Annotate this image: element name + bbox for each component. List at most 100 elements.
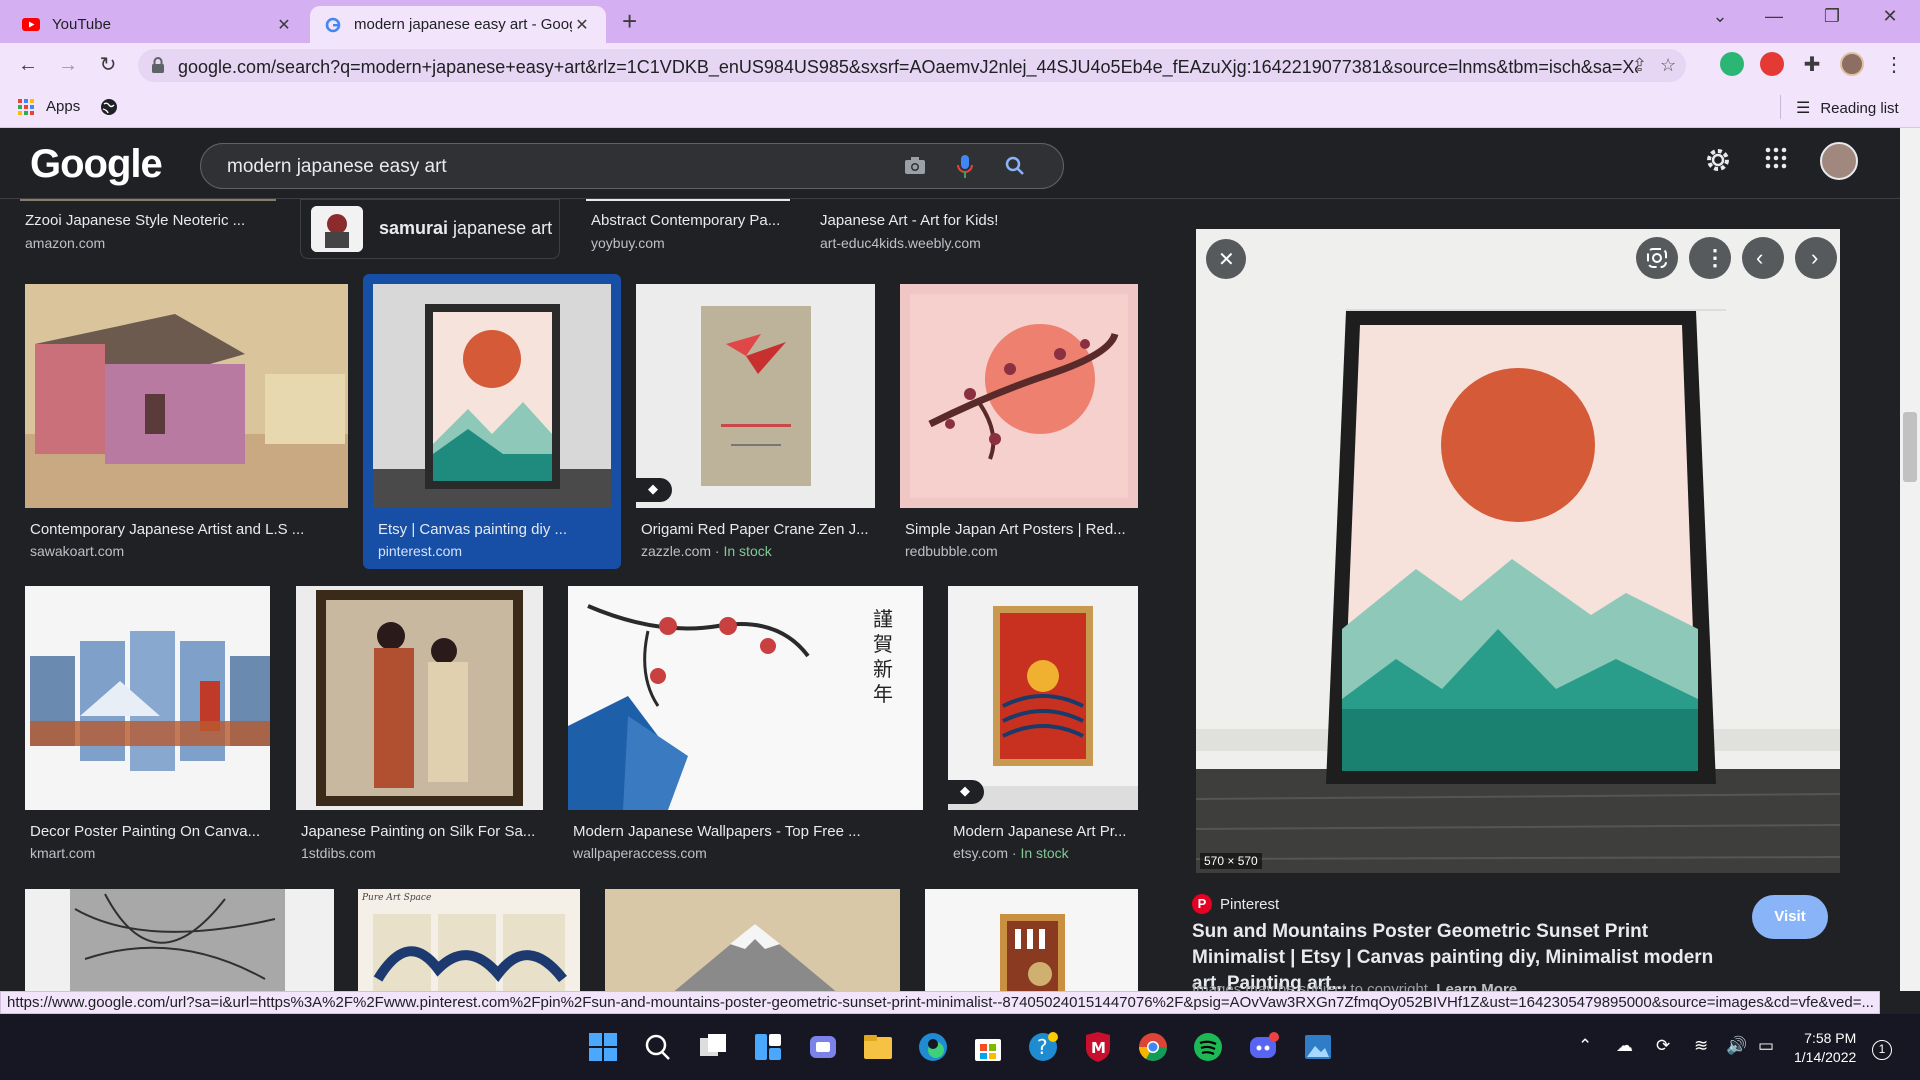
more-menu-icon[interactable]: ⋮ bbox=[1880, 51, 1908, 79]
adblock-plus-icon[interactable] bbox=[1760, 52, 1784, 76]
close-preview-button[interactable]: ✕ bbox=[1206, 239, 1246, 279]
apps-grid-icon bbox=[18, 98, 34, 115]
source-name: Pinterest bbox=[1220, 895, 1280, 913]
lock-icon[interactable] bbox=[150, 56, 168, 74]
system-clock[interactable]: 7:58 PM 1/14/2022 bbox=[1794, 1029, 1856, 1067]
bookmark-label: Apps bbox=[46, 98, 81, 115]
result-tile[interactable]: Contemporary Japanese Artist and L.S ...… bbox=[25, 284, 348, 569]
widgets-icon[interactable] bbox=[751, 1030, 785, 1064]
result-thumbnail bbox=[296, 586, 543, 810]
result-thumbnail bbox=[636, 284, 875, 508]
result-domain-row: etsy.com · In stock bbox=[953, 845, 1069, 861]
result-tile-selected[interactable]: Etsy | Canvas painting diy ... pinterest… bbox=[373, 284, 611, 569]
windows-start-icon[interactable] bbox=[586, 1030, 620, 1064]
search-icon[interactable] bbox=[1003, 154, 1029, 180]
back-button[interactable]: ← bbox=[14, 51, 42, 79]
search-icon[interactable] bbox=[641, 1030, 675, 1064]
file-explorer-icon[interactable] bbox=[861, 1030, 895, 1064]
photos-icon[interactable] bbox=[1301, 1030, 1335, 1064]
result-tile[interactable]: Japanese Art - Art for Kids! art-educ4ki… bbox=[815, 199, 1135, 259]
search-box[interactable]: modern japanese easy art bbox=[200, 143, 1064, 189]
google-logo[interactable]: Google bbox=[30, 142, 163, 187]
result-caption: Decor Poster Painting On Canva... bbox=[30, 823, 261, 840]
minimize-button[interactable]: — bbox=[1754, 6, 1794, 27]
related-search-chip[interactable]: samurai japanese art bbox=[300, 199, 560, 259]
account-avatar[interactable] bbox=[1820, 142, 1858, 180]
camera-icon[interactable] bbox=[903, 154, 929, 180]
result-caption: Zzooi Japanese Style Neoteric ... bbox=[25, 212, 246, 229]
help-icon[interactable]: ? bbox=[1026, 1030, 1060, 1064]
chip-label: samurai japanese art bbox=[379, 218, 552, 239]
previous-image-button[interactable]: ‹ bbox=[1742, 237, 1784, 279]
chrome-icon[interactable] bbox=[1136, 1030, 1170, 1064]
grammarly-icon[interactable] bbox=[1720, 52, 1744, 76]
settings-gear-icon[interactable] bbox=[1704, 146, 1732, 179]
globe-icon[interactable] bbox=[100, 98, 118, 116]
visit-button[interactable]: Visit bbox=[1752, 895, 1828, 939]
result-tile[interactable]: Zzooi Japanese Style Neoteric ... amazon… bbox=[20, 199, 276, 259]
close-icon[interactable]: ✕ bbox=[572, 15, 592, 35]
result-thumbnail bbox=[948, 586, 1138, 810]
result-tile[interactable]: ◆ Origami Red Paper Crane Zen J... zazzl… bbox=[636, 284, 875, 569]
mcafee-icon[interactable]: M bbox=[1081, 1030, 1115, 1064]
reload-button[interactable]: ↻ bbox=[94, 51, 122, 79]
extensions-puzzle-icon[interactable]: ✚ bbox=[1800, 52, 1824, 76]
close-window-button[interactable]: ✕ bbox=[1870, 6, 1910, 27]
result-tile[interactable]: 謹 賀 新 年 Modern Japanese Wallpapers - Top… bbox=[568, 586, 923, 876]
wifi-icon[interactable]: ≋ bbox=[1694, 1036, 1708, 1056]
chevron-up-icon[interactable]: ⌃ bbox=[1578, 1036, 1592, 1056]
battery-icon[interactable]: ▭ bbox=[1758, 1036, 1774, 1056]
result-tile[interactable]: Japanese Painting on Silk For Sa... 1std… bbox=[296, 586, 543, 876]
close-icon[interactable]: ✕ bbox=[274, 15, 294, 35]
scrollbar-thumb[interactable] bbox=[1903, 412, 1917, 482]
chip-thumbnail bbox=[311, 206, 363, 252]
spotify-icon[interactable] bbox=[1191, 1030, 1225, 1064]
task-view-icon[interactable] bbox=[696, 1030, 730, 1064]
discord-icon[interactable] bbox=[1246, 1030, 1280, 1064]
google-apps-grid-icon[interactable] bbox=[1764, 146, 1788, 175]
notification-badge[interactable]: 1 bbox=[1872, 1040, 1892, 1060]
microphone-icon[interactable] bbox=[953, 154, 979, 180]
onedrive-icon[interactable]: ☁ bbox=[1616, 1036, 1633, 1056]
search-input[interactable]: modern japanese easy art bbox=[227, 156, 447, 178]
lens-search-button[interactable] bbox=[1636, 237, 1678, 279]
tab-youtube[interactable]: YouTube ✕ bbox=[8, 6, 308, 43]
tab-title: modern japanese easy art - Goog bbox=[354, 16, 572, 33]
svg-text:賀: 賀 bbox=[873, 632, 893, 656]
result-tile[interactable] bbox=[605, 889, 900, 991]
tab-search-chevron-down-icon[interactable]: ⌄ bbox=[1700, 6, 1740, 27]
sync-icon[interactable]: ⟳ bbox=[1656, 1036, 1670, 1056]
result-tile[interactable]: Simple Japan Art Posters | Red... redbub… bbox=[900, 284, 1138, 569]
result-tile[interactable] bbox=[25, 889, 334, 991]
page-scrollbar[interactable] bbox=[1900, 128, 1920, 991]
microsoft-store-icon[interactable] bbox=[971, 1030, 1005, 1064]
profile-avatar[interactable] bbox=[1840, 52, 1864, 76]
reading-list[interactable]: ☰ Reading list bbox=[1796, 98, 1899, 118]
address-bar[interactable]: google.com/search?q=modern+japanese+easy… bbox=[138, 49, 1686, 82]
result-domain: pinterest.com bbox=[378, 543, 463, 559]
bookmark-star-icon[interactable]: ☆ bbox=[1660, 55, 1676, 76]
new-tab-button[interactable]: + bbox=[622, 6, 637, 37]
more-options-button[interactable]: ⋮ bbox=[1689, 237, 1731, 279]
volume-icon[interactable]: 🔊 bbox=[1726, 1036, 1747, 1056]
teams-chat-icon[interactable] bbox=[806, 1030, 840, 1064]
next-image-button[interactable]: › bbox=[1795, 237, 1837, 279]
result-tile[interactable]: Pure Art Space bbox=[358, 889, 580, 991]
in-stock-label: In stock bbox=[1020, 845, 1069, 861]
tab-google-search[interactable]: modern japanese easy art - Goog ✕ bbox=[310, 6, 606, 43]
image-results-grid: Zzooi Japanese Style Neoteric ... amazon… bbox=[0, 199, 1160, 991]
bookmark-apps[interactable]: Apps bbox=[18, 98, 80, 115]
result-thumbnail bbox=[900, 284, 1138, 508]
preview-source[interactable]: P Pinterest bbox=[1192, 894, 1279, 914]
restore-button[interactable]: ❐ bbox=[1812, 6, 1852, 27]
result-tile[interactable]: Abstract Contemporary Pa... yoybuy.com bbox=[586, 199, 790, 259]
edge-icon[interactable] bbox=[916, 1030, 950, 1064]
result-tile[interactable] bbox=[925, 889, 1138, 991]
result-caption: Abstract Contemporary Pa... bbox=[591, 212, 781, 229]
preview-image[interactable] bbox=[1196, 229, 1840, 873]
result-tile[interactable]: ◆ Modern Japanese Art Pr... etsy.com · I… bbox=[948, 586, 1138, 876]
result-tile[interactable]: Decor Poster Painting On Canva... kmart.… bbox=[25, 586, 270, 876]
share-icon[interactable]: ⇪ bbox=[1632, 55, 1647, 76]
svg-text:M: M bbox=[1091, 1039, 1106, 1057]
forward-button[interactable]: → bbox=[54, 51, 82, 79]
